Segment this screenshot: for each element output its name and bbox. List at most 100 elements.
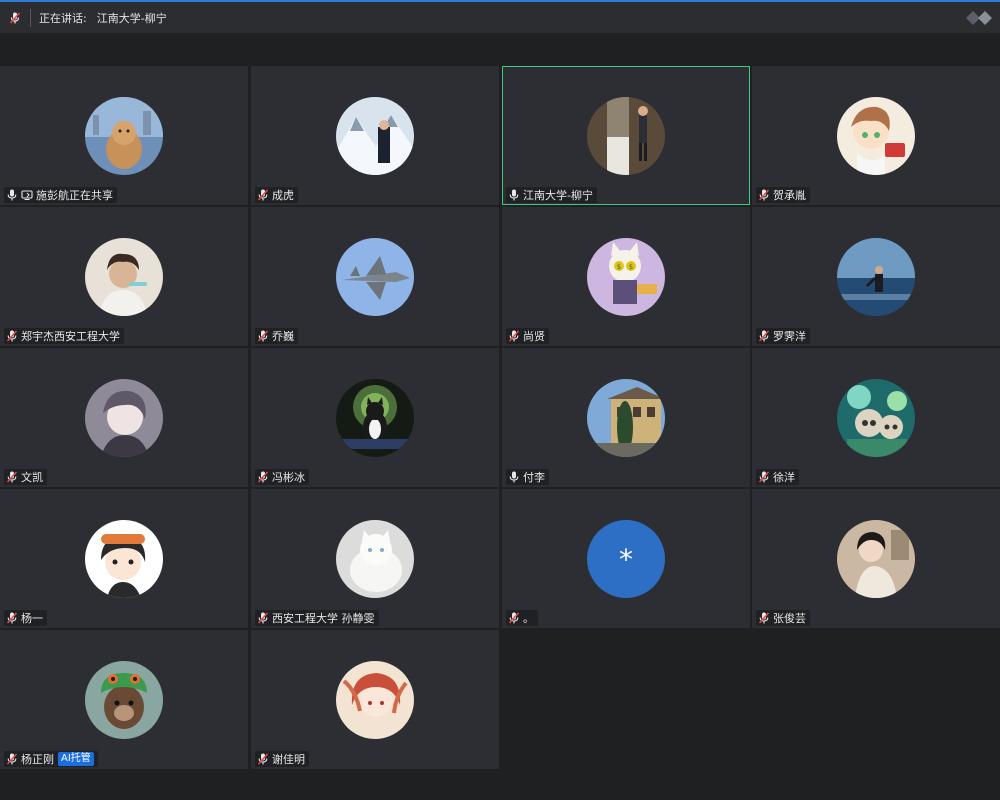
participant-tile[interactable]: 徐洋 xyxy=(752,348,1000,487)
participant-name: 杨一 xyxy=(21,612,43,625)
avatar xyxy=(587,97,665,175)
avatar xyxy=(85,379,163,457)
avatar xyxy=(336,379,414,457)
muted-mic-icon[interactable] xyxy=(0,2,30,33)
participant-tile[interactable]: 江南大学-柳宁 xyxy=(502,66,750,205)
avatar-image xyxy=(85,661,163,739)
muted-mic-icon xyxy=(6,612,18,624)
participant-tile[interactable]: *。 xyxy=(502,489,750,628)
muted-mic-icon xyxy=(758,471,770,483)
participant-tile[interactable]: 张俊芸 xyxy=(752,489,1000,628)
name-tag: 西安工程大学 孙静雯 xyxy=(255,610,379,626)
screen-share-icon xyxy=(21,189,33,201)
participant-tile[interactable]: 文凯 xyxy=(0,348,248,487)
name-tag: 江南大学-柳宁 xyxy=(506,187,597,203)
participant-tile[interactable]: 西安工程大学 孙静雯 xyxy=(251,489,499,628)
participant-tile[interactable]: 杨正刚 AI托管 xyxy=(0,630,248,769)
name-tag: 付李 xyxy=(506,469,549,485)
name-tag: 冯彬冰 xyxy=(255,469,309,485)
speaking-bar: 正在讲话: 江南大学-柳宁 xyxy=(0,2,1000,33)
mic-icon xyxy=(6,189,18,201)
app-logo-icon xyxy=(964,8,996,28)
avatar-image xyxy=(336,520,414,598)
bottom-bar xyxy=(0,770,1000,800)
avatar xyxy=(85,97,163,175)
participant-tile[interactable]: 杨一 xyxy=(0,489,248,628)
participant-name: 成虎 xyxy=(272,189,294,202)
avatar xyxy=(336,97,414,175)
name-tag: 文凯 xyxy=(4,469,47,485)
avatar xyxy=(336,661,414,739)
speaking-name: 江南大学-柳宁 xyxy=(96,11,167,25)
name-tag: 罗霁洋 xyxy=(756,328,810,344)
muted-mic-icon xyxy=(257,471,269,483)
muted-mic-icon xyxy=(6,330,18,342)
avatar-image xyxy=(85,238,163,316)
toolbar-spacer xyxy=(0,33,1000,66)
avatar-image xyxy=(85,97,163,175)
muted-mic-icon xyxy=(257,189,269,201)
avatar xyxy=(837,238,915,316)
participant-name: 徐洋 xyxy=(773,471,795,484)
participant-tile[interactable]: 乔巍 xyxy=(251,207,499,346)
avatar xyxy=(837,520,915,598)
participant-tile[interactable]: 冯彬冰 xyxy=(251,348,499,487)
muted-mic-icon xyxy=(257,330,269,342)
participant-tile[interactable]: $ $ 尚贤 xyxy=(502,207,750,346)
participant-name: 施彭航正在共享 xyxy=(36,189,113,202)
avatar xyxy=(837,379,915,457)
muted-mic-icon xyxy=(6,753,18,765)
svg-text:$: $ xyxy=(629,263,633,271)
participant-tile[interactable]: 谢佳明 xyxy=(251,630,499,769)
empty-grid-area xyxy=(501,630,1000,770)
participant-tile[interactable]: 罗霁洋 xyxy=(752,207,1000,346)
participant-tile[interactable]: 郑宇杰西安工程大学 xyxy=(0,207,248,346)
name-tag: 成虎 xyxy=(255,187,298,203)
participant-name: 。 xyxy=(523,612,534,625)
participant-tile[interactable]: 施彭航正在共享 xyxy=(0,66,248,205)
avatar: * xyxy=(587,520,665,598)
participant-tile[interactable]: 付李 xyxy=(502,348,750,487)
participant-name: 乔巍 xyxy=(272,330,294,343)
participant-name: 西安工程大学 孙静雯 xyxy=(272,612,375,625)
name-tag: 尚贤 xyxy=(506,328,549,344)
avatar-image xyxy=(336,238,414,316)
muted-mic-icon xyxy=(758,330,770,342)
mic-icon xyxy=(508,471,520,483)
participant-name: 罗霁洋 xyxy=(773,330,806,343)
avatar-image xyxy=(336,379,414,457)
participant-tile[interactable]: 贺承胤 xyxy=(752,66,1000,205)
name-tag: 。 xyxy=(506,610,538,626)
name-tag: 张俊芸 xyxy=(756,610,810,626)
avatar: $ $ xyxy=(587,238,665,316)
name-tag: 郑宇杰西安工程大学 xyxy=(4,328,124,344)
ai-hosted-badge: AI托管 xyxy=(58,752,94,766)
participant-name: 贺承胤 xyxy=(773,189,806,202)
participant-name: 谢佳明 xyxy=(272,753,305,766)
muted-mic-icon xyxy=(257,753,269,765)
avatar xyxy=(85,238,163,316)
name-tag: 杨正刚 AI托管 xyxy=(4,751,98,767)
name-tag: 杨一 xyxy=(4,610,47,626)
participant-name: 江南大学-柳宁 xyxy=(523,189,593,202)
avatar xyxy=(336,238,414,316)
avatar xyxy=(85,520,163,598)
avatar-image xyxy=(587,379,665,457)
avatar-image xyxy=(85,379,163,457)
name-tag: 谢佳明 xyxy=(255,751,309,767)
muted-mic-icon xyxy=(6,471,18,483)
participant-name: 冯彬冰 xyxy=(272,471,305,484)
avatar-image xyxy=(837,97,915,175)
avatar-image xyxy=(587,97,665,175)
muted-mic-icon xyxy=(758,189,770,201)
avatar xyxy=(85,661,163,739)
participant-name: 付李 xyxy=(523,471,545,484)
avatar-image xyxy=(837,379,915,457)
muted-mic-icon xyxy=(758,612,770,624)
participant-tile[interactable]: 成虎 xyxy=(251,66,499,205)
participant-name: 张俊芸 xyxy=(773,612,806,625)
avatar xyxy=(837,97,915,175)
muted-mic-icon xyxy=(508,330,520,342)
name-tag: 施彭航正在共享 xyxy=(4,187,117,203)
muted-mic-icon xyxy=(257,612,269,624)
